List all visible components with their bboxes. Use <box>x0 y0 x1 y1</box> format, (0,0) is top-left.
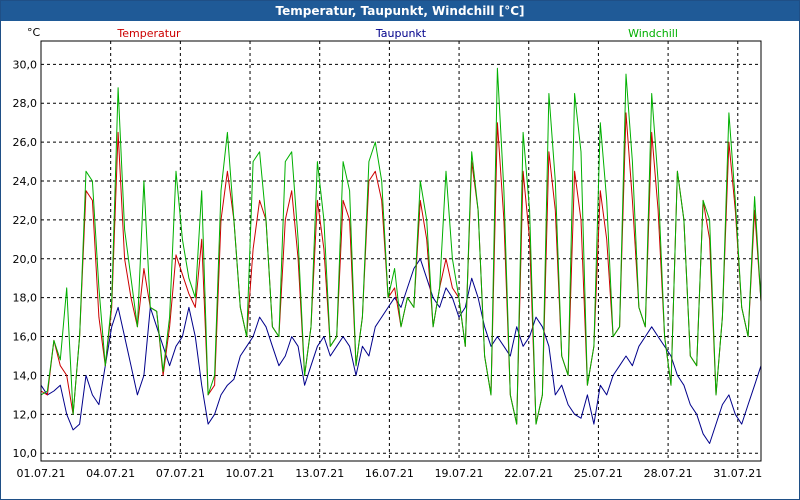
y-tick-label: 12,0 <box>13 408 38 421</box>
y-tick-label: 24,0 <box>13 175 38 188</box>
x-tick-label: 01.07.21 <box>17 467 66 480</box>
y-tick-label: 10,0 <box>13 447 38 460</box>
legend-item-temperatur: Temperatur <box>116 27 181 40</box>
y-tick-label: 20,0 <box>13 253 38 266</box>
chart-plot: 10,0 12,0 14,0 16,0 18,0 20,0 22,0 24,0 26,0 28,0… <box>13 26 763 480</box>
x-tick-label: 25.07.21 <box>574 467 623 480</box>
x-tick-label: 10.07.21 <box>226 467 275 480</box>
y-tick-label: 28,0 <box>13 97 38 110</box>
y-tick-label: 16,0 <box>13 331 38 344</box>
legend-item-windchill: Windchill <box>628 27 678 40</box>
x-tick-label: 07.07.21 <box>156 467 205 480</box>
y-tick-label: 26,0 <box>13 136 38 149</box>
legend-item-taupunkt: Taupunkt <box>375 27 427 40</box>
x-tick-label: 04.07.21 <box>86 467 135 480</box>
x-tick-label: 22.07.21 <box>504 467 553 480</box>
plot-area <box>41 41 761 461</box>
y-tick-label: 30,0 <box>13 58 38 71</box>
x-tick-label: 16.07.21 <box>365 467 414 480</box>
y-tick-label: 22,0 <box>13 214 38 227</box>
x-tick-label: 31.07.21 <box>713 467 762 480</box>
y-tick-label: 18,0 <box>13 292 38 305</box>
y-axis-label: °C <box>27 26 41 39</box>
legend: Temperatur Taupunkt Windchill <box>116 27 678 40</box>
x-tick-label: 13.07.21 <box>295 467 344 480</box>
chart-window: Temperatur, Taupunkt, Windchill [°C] 10,… <box>0 0 800 500</box>
y-tick-label: 14,0 <box>13 369 38 382</box>
x-tick-label: 19.07.21 <box>435 467 484 480</box>
x-tick-label: 28.07.21 <box>644 467 693 480</box>
